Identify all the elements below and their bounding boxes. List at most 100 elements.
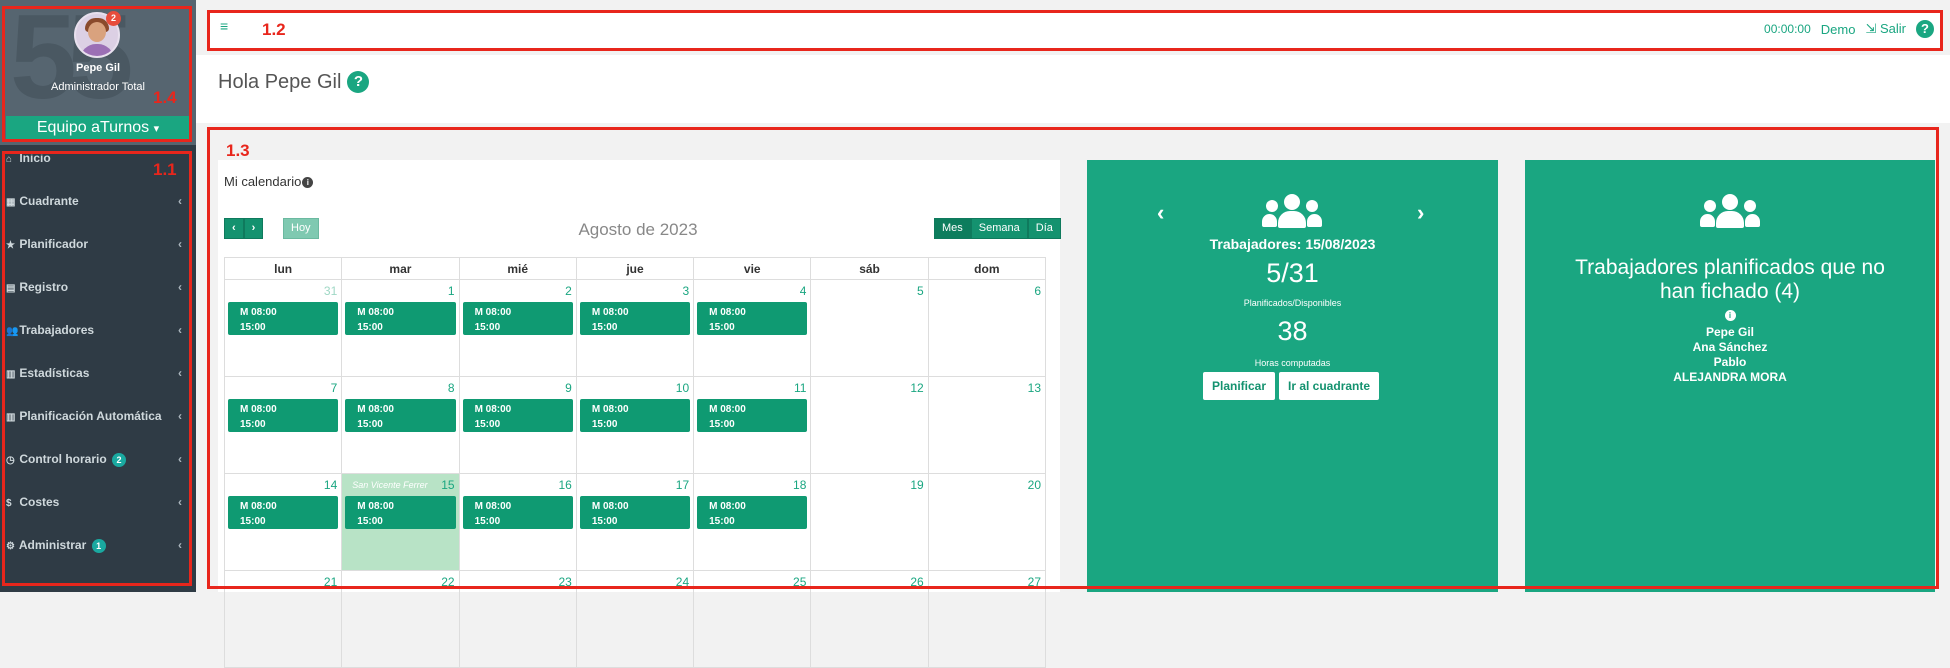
calendar-day[interactable]: 17 M 08:00 15:00 xyxy=(575,473,695,571)
event-start: M 08:00 xyxy=(357,404,394,415)
calendar-day[interactable]: 19 xyxy=(810,473,929,571)
shift-event[interactable]: M 08:00 15:00 xyxy=(462,399,573,432)
view-day-button[interactable]: Día xyxy=(1027,218,1061,239)
shift-event[interactable]: M 08:00 15:00 xyxy=(579,399,691,432)
day-number: 21 xyxy=(323,575,338,589)
calendar-day[interactable]: 16 M 08:00 15:00 xyxy=(458,473,577,571)
holiday-label: San Vicente Ferrer xyxy=(352,480,428,490)
calendar-day[interactable]: 23 xyxy=(458,570,577,668)
calendar-day[interactable]: 27 xyxy=(927,570,1047,668)
day-number: 14 xyxy=(323,478,338,492)
calendar-day[interactable]: 24 xyxy=(575,570,695,668)
calendar-day[interactable]: 20 xyxy=(927,473,1047,571)
event-start: M 08:00 xyxy=(474,404,512,415)
calendar-day[interactable]: 21 xyxy=(223,570,343,668)
prev-day-icon[interactable]: ‹ xyxy=(1157,200,1164,226)
notification-badge[interactable]: 2 xyxy=(106,11,121,26)
shift-event[interactable]: M 08:00 15:00 xyxy=(345,302,456,335)
calendar-day[interactable]: 15 San Vicente Ferrer M 08:00 15:00 xyxy=(341,473,460,571)
event-start: M 08:00 xyxy=(240,404,277,415)
question-icon[interactable]: ? xyxy=(347,71,370,93)
calendar-day[interactable]: 26 xyxy=(810,570,929,668)
shift-event[interactable]: M 08:00 15:00 xyxy=(345,399,456,432)
star-icon: ★ xyxy=(6,240,15,251)
shift-event[interactable]: M 08:00 15:00 xyxy=(228,399,339,432)
sidebar-item-label: Control horario xyxy=(19,452,107,466)
calendar-day[interactable]: 2 M 08:00 15:00 xyxy=(458,279,577,377)
chevron-left-icon: ‹ xyxy=(178,280,182,294)
calendar-day[interactable]: 11 M 08:00 15:00 xyxy=(693,376,812,474)
plan-button[interactable]: Planificar xyxy=(1203,372,1276,400)
calendar-day[interactable]: 8 M 08:00 15:00 xyxy=(341,376,460,474)
prev-month-button[interactable]: ‹ xyxy=(224,218,244,239)
info-icon[interactable]: i xyxy=(1724,310,1736,321)
calendar-day[interactable]: 4 M 08:00 15:00 xyxy=(693,279,812,377)
sidebar-item[interactable]: ▥ Planificación Automática ‹ xyxy=(0,408,196,451)
sidebar-item[interactable]: ▥ Estadísticas ‹ xyxy=(0,365,196,408)
hamburger-icon[interactable]: ≡ xyxy=(220,18,228,34)
event-end: 15:00 xyxy=(709,419,735,430)
sidebar-item[interactable]: 👥 Trabajadores ‹ xyxy=(0,322,196,365)
sidebar-item[interactable]: $ Costes ‹ xyxy=(0,494,196,537)
gear-icon: ⚙ xyxy=(6,541,15,552)
shift-event[interactable]: M 08:00 15:00 xyxy=(228,496,339,529)
users-group-icon xyxy=(1700,192,1760,230)
event-end: 15:00 xyxy=(474,419,501,430)
workers-card: ‹ › Trabajadores: 15/08/2023 5/31 Planif… xyxy=(1087,160,1498,592)
calendar-day[interactable]: 3 M 08:00 15:00 xyxy=(575,279,695,377)
shift-event[interactable]: M 08:00 15:00 xyxy=(697,496,808,529)
sidebar-item[interactable]: ⚙ Administrar 1 ‹ xyxy=(0,537,196,580)
sidebar-item[interactable]: ▦ Cuadrante ‹ xyxy=(0,193,196,236)
sidebar-item[interactable]: ★ Planificador ‹ xyxy=(0,236,196,279)
calendar-day[interactable]: 5 xyxy=(810,279,929,377)
calendar-day[interactable]: 9 M 08:00 15:00 xyxy=(458,376,577,474)
sidebar-item-label: Registro xyxy=(19,280,69,294)
shift-event[interactable]: M 08:00 15:00 xyxy=(579,496,691,529)
day-number: 9 xyxy=(565,381,572,395)
view-month-button[interactable]: Mes xyxy=(934,218,971,239)
info-icon[interactable]: i xyxy=(302,177,314,188)
planned-ratio: 5/31 xyxy=(1266,258,1319,288)
profile-name: Pepe Gil xyxy=(75,62,121,74)
team-selector[interactable]: Equipo aTurnos ▾ xyxy=(6,116,190,140)
next-month-button[interactable]: › xyxy=(243,218,264,239)
calendar-day[interactable]: 12 xyxy=(810,376,929,474)
shift-event[interactable]: M 08:00 15:00 xyxy=(228,302,339,335)
today-button[interactable]: Hoy xyxy=(283,218,319,239)
calendar-day[interactable]: 10 M 08:00 15:00 xyxy=(575,376,695,474)
caret-down-icon: ▾ xyxy=(153,123,160,135)
day-number: 27 xyxy=(1027,575,1041,589)
calendar-day[interactable]: 25 xyxy=(693,570,812,668)
shift-event[interactable]: M 08:00 15:00 xyxy=(697,399,808,432)
sidebar-item[interactable]: ▤ Registro ‹ xyxy=(0,279,196,322)
calendar-day[interactable]: 14 M 08:00 15:00 xyxy=(223,473,343,571)
calendar-day[interactable]: 6 xyxy=(927,279,1047,377)
sidebar-item-label: Administrar xyxy=(18,538,87,552)
view-week-button[interactable]: Semana xyxy=(970,218,1028,239)
calendar-day[interactable]: 31 M 08:00 15:00 xyxy=(223,279,343,377)
help-icon[interactable]: ? xyxy=(1916,20,1934,38)
profile-panel: 55 2 Pepe Gil Administrador Total Equipo… xyxy=(0,0,196,145)
shift-event[interactable]: M 08:00 15:00 xyxy=(345,496,456,529)
chevron-left-icon: ‹ xyxy=(178,452,182,466)
calendar-day[interactable]: 7 M 08:00 15:00 xyxy=(223,376,343,474)
sidebar-item[interactable]: ◷ Control horario 2 ‹ xyxy=(0,451,196,494)
next-day-icon[interactable]: › xyxy=(1417,200,1424,226)
calendar-day[interactable]: 18 M 08:00 15:00 xyxy=(693,473,812,571)
page-title: Hola Pepe Gil? xyxy=(218,71,370,94)
calendar-day[interactable]: 1 M 08:00 15:00 xyxy=(341,279,460,377)
day-number: 23 xyxy=(558,575,572,589)
shift-event[interactable]: M 08:00 15:00 xyxy=(697,302,808,335)
user-menu[interactable]: Demo xyxy=(1821,22,1856,37)
day-number: 16 xyxy=(558,478,572,492)
day-number: 7 xyxy=(330,381,338,395)
logout-link[interactable]: ⇲ Salir xyxy=(1865,21,1906,37)
calendar-day[interactable]: 22 xyxy=(341,570,460,668)
go-to-grid-button[interactable]: Ir al cuadrante xyxy=(1279,372,1380,400)
shift-event[interactable]: M 08:00 15:00 xyxy=(462,496,573,529)
shift-event[interactable]: M 08:00 15:00 xyxy=(579,302,691,335)
calendar-nav: ‹ › xyxy=(224,218,264,239)
event-start: M 08:00 xyxy=(240,501,277,512)
calendar-day[interactable]: 13 xyxy=(927,376,1047,474)
shift-event[interactable]: M 08:00 15:00 xyxy=(462,302,573,335)
